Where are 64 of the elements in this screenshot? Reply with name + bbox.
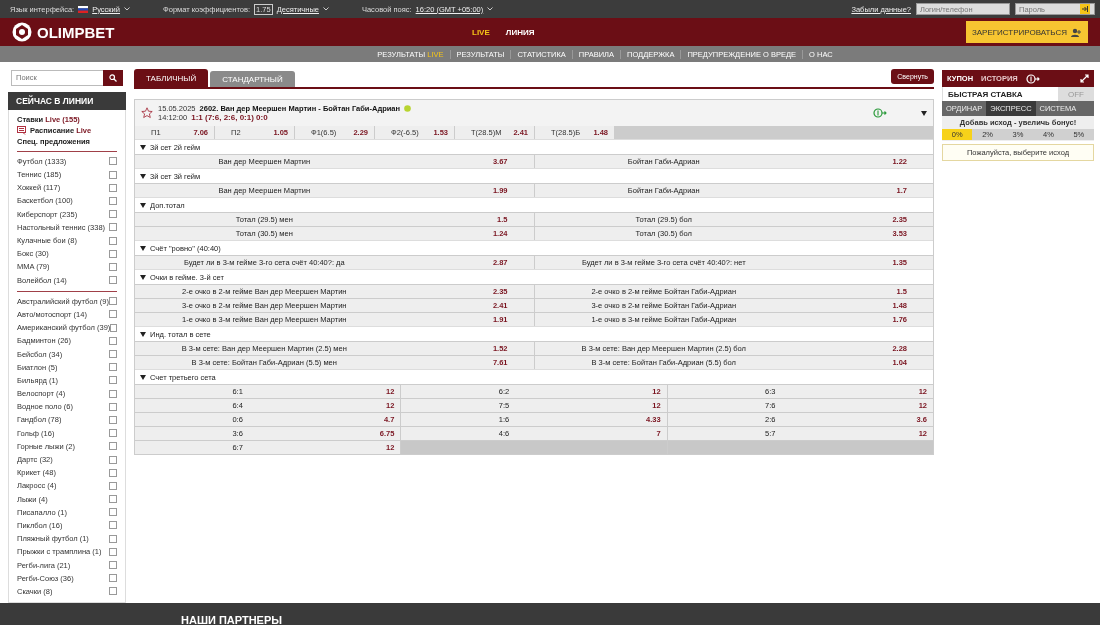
checkbox[interactable] [109, 262, 117, 271]
checkbox[interactable] [109, 402, 117, 411]
checkbox[interactable] [109, 521, 117, 530]
checkbox[interactable] [109, 389, 117, 398]
flag-icon [78, 5, 89, 13]
register-button[interactable]: ЗАРЕГИСТРИРОВАТЬСЯ [965, 21, 1088, 43]
view-tab[interactable]: ТАБЛИЧНЫЙ [134, 69, 209, 87]
checkbox[interactable] [109, 574, 117, 583]
checkbox[interactable] [109, 249, 117, 258]
checkbox[interactable] [109, 508, 117, 517]
user-plus-icon [1070, 27, 1082, 37]
quick-bet-label: БЫСТРАЯ СТАВКА [947, 89, 1024, 99]
search-icon [109, 73, 117, 82]
checkbox[interactable] [109, 481, 117, 490]
checkbox[interactable] [110, 323, 117, 332]
checkbox[interactable] [109, 415, 117, 424]
checkbox[interactable] [109, 534, 117, 543]
chevron-down-icon[interactable] [322, 7, 329, 11]
logo-icon [12, 22, 32, 42]
checkbox[interactable] [109, 336, 117, 345]
checkbox[interactable] [109, 455, 117, 464]
footer-title: НАШИ ПАРТНЕРЫ [181, 614, 284, 625]
checkbox[interactable] [109, 223, 117, 232]
caret-icon [140, 374, 146, 380]
coin-arrow-icon [873, 108, 887, 118]
caret-icon [140, 245, 146, 251]
checkbox[interactable] [109, 310, 117, 319]
checkbox[interactable] [109, 196, 117, 205]
sidebar-title: СЕЙЧАС В ЛИНИИ [8, 91, 126, 110]
checkbox[interactable] [109, 442, 117, 451]
checkbox[interactable] [109, 350, 117, 359]
star-icon[interactable] [141, 107, 153, 119]
expand-caret-icon [921, 110, 927, 116]
nav-tab[interactable]: ЛИНИЯ [505, 27, 535, 37]
checkbox[interactable] [109, 276, 117, 285]
checkbox[interactable] [109, 236, 117, 245]
checkbox[interactable] [109, 210, 117, 219]
checkbox[interactable] [109, 157, 117, 166]
chevron-down-icon[interactable] [124, 7, 130, 11]
calendar-list-icon [17, 125, 28, 135]
checkbox[interactable] [109, 170, 117, 179]
checkbox[interactable] [109, 363, 117, 372]
caret-icon [140, 331, 146, 337]
coin-arrow-icon [1025, 73, 1040, 84]
checkbox[interactable] [109, 468, 117, 477]
search-button[interactable] [103, 70, 123, 86]
nav-tab[interactable]: LIVE [472, 27, 490, 37]
expand-icon[interactable] [1080, 74, 1089, 83]
checkbox[interactable] [109, 561, 117, 570]
caret-icon [140, 202, 146, 208]
checkbox[interactable] [109, 587, 117, 596]
caret-icon [140, 274, 146, 280]
checkbox[interactable] [109, 183, 117, 192]
caret-icon [140, 144, 146, 150]
ball-icon [404, 105, 412, 112]
checkbox[interactable] [109, 547, 117, 556]
checkbox[interactable] [109, 376, 117, 385]
logo-text: OLIMPBET [37, 23, 115, 41]
checkbox[interactable] [109, 495, 117, 504]
checkbox[interactable] [109, 429, 117, 438]
chevron-down-icon[interactable] [487, 7, 494, 11]
checkbox[interactable] [109, 297, 117, 306]
caret-icon [140, 173, 146, 179]
event-score: 1:1 (7:6, 2:6, 0:1) 0:0 [191, 113, 268, 122]
